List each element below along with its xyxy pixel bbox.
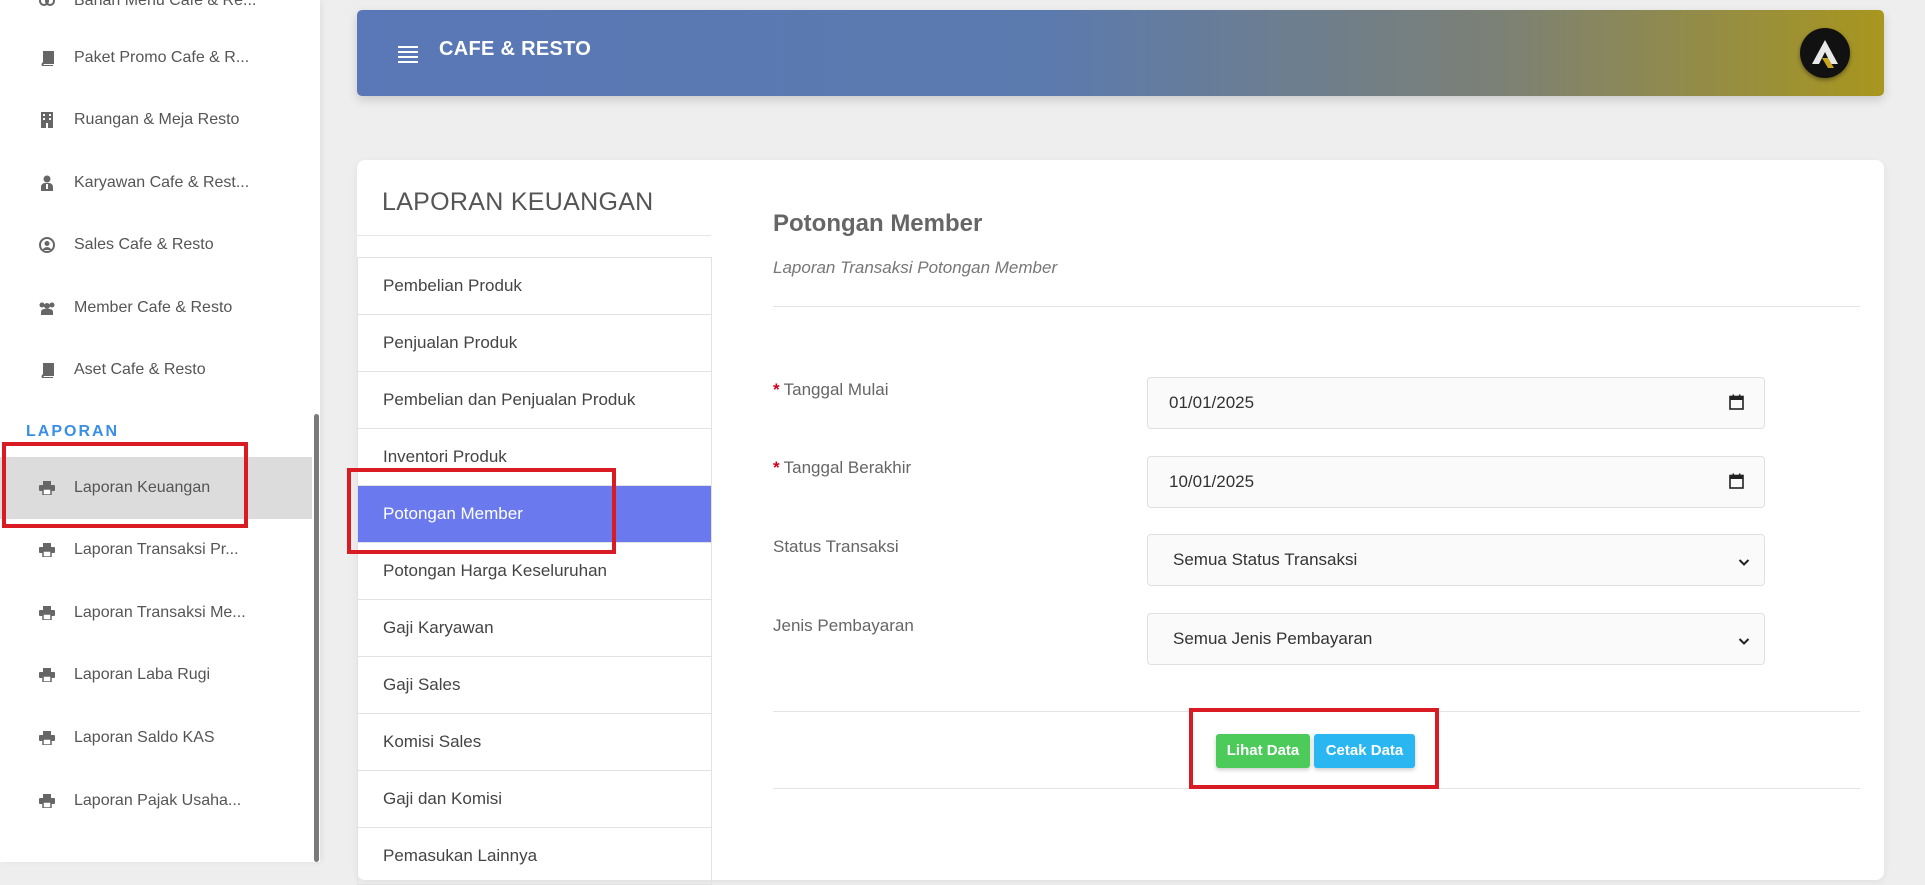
- sidebar-item-ruangan[interactable]: Ruangan & Meja Resto: [0, 89, 312, 151]
- start-date-input[interactable]: 01/01/2025: [1147, 377, 1765, 429]
- report-menu-item[interactable]: Gaji dan Komisi: [358, 771, 711, 828]
- printer-icon: [38, 666, 56, 684]
- sidebar-item-karyawan[interactable]: Karyawan Cafe & Rest...: [0, 152, 312, 214]
- status-label: Status Transaksi: [773, 537, 899, 556]
- divider: [773, 711, 1860, 712]
- sidebar-item-laporan-keuangan[interactable]: Laporan Keuangan: [0, 457, 312, 519]
- printer-icon: [38, 792, 56, 810]
- sidebar-item-label: Bahan Menu Cafe & Re...: [74, 0, 257, 9]
- report-menu-item[interactable]: Penjualan Produk: [358, 315, 711, 372]
- start-date-value: 01/01/2025: [1169, 393, 1255, 412]
- sidebar-item-label: Laporan Pajak Usaha...: [74, 792, 242, 809]
- user-tie-icon: [38, 174, 56, 192]
- sidebar: Bahan Menu Cafe & Re... Paket Promo Cafe…: [0, 0, 320, 862]
- sidebar-item-aset[interactable]: Aset Cafe & Resto: [0, 339, 312, 401]
- report-menu-list: Pembelian Produk Penjualan Produk Pembel…: [357, 257, 712, 885]
- report-menu-title: LAPORAN KEUANGAN: [382, 188, 654, 216]
- sidebar-item-laporan-pajak[interactable]: Laporan Pajak Usaha...: [0, 770, 312, 832]
- logo-avatar[interactable]: [1800, 28, 1850, 78]
- book-icon: [38, 49, 56, 67]
- chevron-down-icon: [1738, 632, 1750, 652]
- sidebar-item-laporan-transaksi-me[interactable]: Laporan Transaksi Me...: [0, 582, 312, 644]
- calendar-icon[interactable]: [1729, 473, 1744, 494]
- start-date-label: * Tanggal Mulai: [773, 380, 889, 399]
- hamburger-icon[interactable]: [398, 46, 418, 63]
- sidebar-item-label: Laporan Saldo KAS: [74, 729, 215, 746]
- sidebar-item-label: Member Cafe & Resto: [74, 299, 233, 316]
- building-icon: [38, 111, 56, 129]
- end-date-value: 10/01/2025: [1169, 472, 1255, 491]
- end-date-input[interactable]: 10/01/2025: [1147, 456, 1765, 508]
- report-menu-item[interactable]: Gaji Karyawan: [358, 600, 711, 657]
- sidebar-item-label: Ruangan & Meja Resto: [74, 111, 240, 128]
- sidebar-item-label: Aset Cafe & Resto: [74, 361, 206, 378]
- required-mark: *: [773, 458, 780, 477]
- report-menu-item[interactable]: Pemasukan Lainnya: [358, 828, 711, 885]
- sidebar-item-label: Paket Promo Cafe & R...: [74, 49, 250, 66]
- sidebar-item-member[interactable]: Member Cafe & Resto: [0, 277, 312, 339]
- sidebar-item-label: Laporan Transaksi Me...: [74, 604, 246, 621]
- section-subtitle: Laporan Transaksi Potongan Member: [773, 258, 1058, 277]
- sidebar-item-label: Laporan Laba Rugi: [74, 666, 211, 683]
- divider: [773, 788, 1860, 789]
- printer-icon: [38, 541, 56, 559]
- printer-icon: [38, 729, 56, 747]
- calendar-icon[interactable]: [1729, 394, 1744, 415]
- report-menu-item[interactable]: Inventori Produk: [358, 429, 711, 486]
- view-data-button[interactable]: Lihat Data: [1216, 734, 1310, 768]
- sidebar-item-label: Laporan Keuangan: [74, 479, 211, 496]
- end-date-label: * Tanggal Berakhir: [773, 458, 912, 477]
- divider: [357, 235, 711, 236]
- sidebar-item-laporan-saldo-kas[interactable]: Laporan Saldo KAS: [0, 707, 312, 769]
- sidebar-item-label: Laporan Transaksi Pr...: [74, 541, 239, 558]
- top-header: CAFE & RESTO: [357, 10, 1884, 96]
- status-select[interactable]: Semua Status Transaksi: [1147, 534, 1765, 586]
- report-menu-item[interactable]: Pembelian dan Penjualan Produk: [358, 372, 711, 429]
- sidebar-item-label: Karyawan Cafe & Rest...: [74, 174, 250, 191]
- printer-icon: [38, 479, 56, 497]
- sidebar-item-laporan-laba-rugi[interactable]: Laporan Laba Rugi: [0, 644, 312, 706]
- report-card: LAPORAN KEUANGAN Pembelian Produk Penjua…: [357, 160, 1884, 885]
- chevron-down-icon: [1738, 553, 1750, 573]
- printer-icon: [38, 604, 56, 622]
- sidebar-item-sales[interactable]: Sales Cafe & Resto: [0, 214, 312, 276]
- report-menu-item[interactable]: Potongan Harga Keseluruhan: [358, 543, 711, 600]
- report-menu-item[interactable]: Pembelian Produk: [358, 258, 711, 315]
- report-menu-item-active[interactable]: Potongan Member: [358, 486, 711, 543]
- sidebar-item-paket-promo[interactable]: Paket Promo Cafe & R...: [0, 27, 312, 89]
- report-menu-item[interactable]: Komisi Sales: [358, 714, 711, 771]
- status-value: Semua Status Transaksi: [1173, 550, 1358, 569]
- users-icon: [38, 299, 56, 317]
- utensils-icon: [38, 0, 56, 10]
- book-icon: [38, 361, 56, 379]
- report-menu-item[interactable]: Gaji Sales: [358, 657, 711, 714]
- app-title: CAFE & RESTO: [439, 38, 592, 60]
- sidebar-scrollbar[interactable]: [314, 414, 319, 862]
- section-title: Potongan Member: [773, 210, 983, 237]
- sidebar-section-laporan: LAPORAN: [26, 423, 120, 440]
- sidebar-item-laporan-transaksi-pr[interactable]: Laporan Transaksi Pr...: [0, 519, 312, 581]
- payment-value: Semua Jenis Pembayaran: [1173, 629, 1373, 648]
- sidebar-item-label: Sales Cafe & Resto: [74, 236, 214, 253]
- print-data-button[interactable]: Cetak Data: [1314, 734, 1415, 768]
- required-mark: *: [773, 380, 780, 399]
- user-circle-icon: [38, 236, 56, 254]
- payment-label: Jenis Pembayaran: [773, 616, 914, 635]
- payment-select[interactable]: Semua Jenis Pembayaran: [1147, 613, 1765, 665]
- divider: [773, 306, 1860, 307]
